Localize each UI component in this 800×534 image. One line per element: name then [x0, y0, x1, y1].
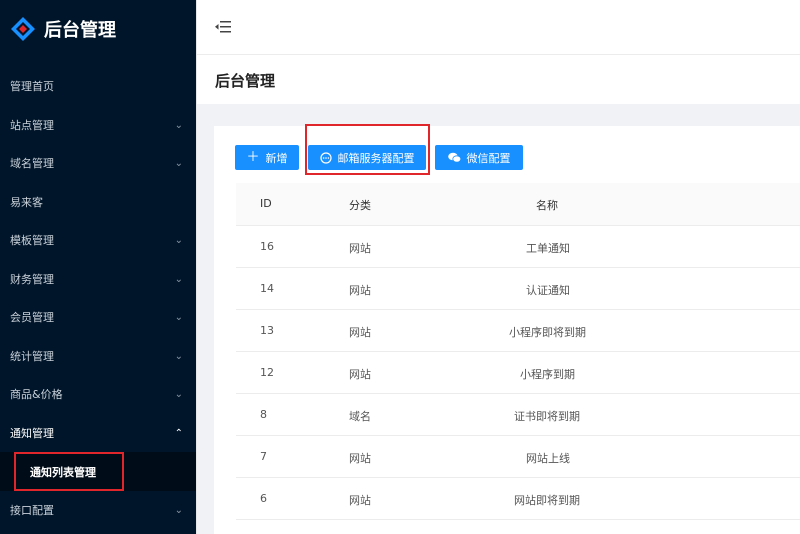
cell-id: 8	[260, 408, 267, 421]
cell-id: 6	[260, 492, 267, 505]
sidebar-item-sites[interactable]: 站点管理 ⌄	[0, 106, 197, 144]
sidebar-item-home[interactable]: 管理首页	[0, 67, 197, 105]
add-button-label: 新增	[265, 151, 288, 165]
cell-name: 小程序即将到期	[509, 326, 586, 339]
page-title: 后台管理	[215, 72, 276, 90]
cell-category: 网站	[349, 326, 371, 339]
chevron-down-icon: ⌄	[174, 157, 183, 169]
sidebar-item-yilaike[interactable]: 易来客	[0, 183, 197, 221]
wechat-icon	[447, 152, 461, 163]
table-row[interactable]: 13 网站 小程序即将到期	[236, 310, 800, 352]
column-header-id: ID	[260, 197, 272, 210]
sidebar-item-label: 商品&价格	[10, 388, 63, 401]
table-row[interactable]: 6 网站 网站即将到期	[236, 478, 800, 520]
chevron-down-icon: ⌄	[174, 273, 183, 285]
cell-name: 工单通知	[526, 242, 570, 255]
cell-name: 网站即将到期	[514, 494, 580, 507]
cell-category: 域名	[349, 410, 371, 423]
column-header-name: 名称	[536, 199, 558, 212]
sidebar-item-label: 通知列表管理	[30, 465, 96, 479]
logo[interactable]: 后台管理	[0, 0, 197, 58]
cell-name: 小程序到期	[520, 368, 575, 381]
cell-id: 12	[260, 366, 274, 379]
sidebar-item-finance[interactable]: 财务管理 ⌄	[0, 260, 197, 298]
chevron-down-icon: ⌄	[174, 119, 183, 131]
table-header: ID 分类 名称	[236, 183, 800, 226]
sidebar-item-label: 会员管理	[10, 311, 54, 324]
cell-name: 证书即将到期	[514, 410, 580, 423]
table-row[interactable]: 12 网站 小程序到期	[236, 352, 800, 394]
table-row[interactable]: 8 域名 证书即将到期	[236, 394, 800, 436]
table-row[interactable]: 7 网站 网站上线	[236, 436, 800, 478]
chevron-down-icon: ⌄	[174, 311, 183, 323]
chevron-down-icon: ⌄	[174, 388, 183, 400]
sidebar-item-label: 模板管理	[10, 234, 54, 247]
cell-category: 网站	[349, 368, 371, 381]
wechat-button-label: 微信配置	[466, 151, 511, 165]
cell-category: 网站	[349, 242, 371, 255]
chevron-down-icon: ⌄	[174, 504, 183, 516]
diamond-logo-icon	[11, 17, 35, 41]
app-title: 后台管理	[44, 20, 116, 41]
sidebar-item-notifications[interactable]: 通知管理 ⌃	[0, 414, 197, 452]
table-row[interactable]: 16 网站 工单通知	[236, 226, 800, 268]
sidebar-item-label: 统计管理	[10, 350, 54, 363]
sidebar-item-members[interactable]: 会员管理 ⌄	[0, 298, 197, 336]
sidebar: 后台管理 管理首页 站点管理 ⌄ 域名管理 ⌄ 易来客 模板管理 ⌄ 财务管理 …	[0, 0, 197, 534]
cell-name: 网站上线	[526, 452, 570, 465]
cell-id: 16	[260, 240, 274, 253]
cell-id: 14	[260, 282, 274, 295]
cell-category: 网站	[349, 452, 371, 465]
sidebar-item-products-prices[interactable]: 商品&价格 ⌄	[0, 375, 197, 413]
cell-name: 认证通知	[526, 284, 570, 297]
sidebar-item-statistics[interactable]: 统计管理 ⌄	[0, 337, 197, 375]
chevron-down-icon: ⌄	[174, 234, 183, 246]
cell-category: 网站	[349, 494, 371, 507]
cell-id: 7	[260, 450, 267, 463]
sidebar-item-label: 财务管理	[10, 273, 54, 286]
sidebar-item-label: 易来客	[10, 196, 43, 209]
wechat-config-button[interactable]: 微信配置	[435, 145, 523, 170]
highlight-box	[305, 124, 430, 175]
sidebar-item-label: 站点管理	[10, 119, 54, 132]
sidebar-item-label: 通知管理	[10, 427, 54, 440]
add-button[interactable]: ＋ 新增	[235, 145, 299, 170]
submenu-notifications: 通知列表管理	[0, 452, 197, 491]
table-row[interactable]: 14 网站 认证通知	[236, 268, 800, 310]
plus-icon: ＋	[246, 150, 260, 165]
sidebar-item-notification-list[interactable]: 通知列表管理	[14, 452, 124, 491]
chevron-up-icon: ⌃	[174, 427, 183, 439]
sidebar-item-label: 接口配置	[10, 504, 54, 517]
cell-category: 网站	[349, 284, 371, 297]
sidebar-item-templates[interactable]: 模板管理 ⌄	[0, 221, 197, 259]
sidebar-item-api-config[interactable]: 接口配置 ⌄	[0, 491, 197, 529]
top-header	[197, 0, 800, 55]
sidebar-item-label: 域名管理	[10, 157, 54, 170]
cell-id: 13	[260, 324, 274, 337]
chevron-down-icon: ⌄	[174, 350, 183, 362]
menu-fold-icon[interactable]	[215, 20, 231, 34]
sidebar-item-label: 管理首页	[10, 80, 54, 93]
column-header-category: 分类	[349, 199, 371, 212]
sidebar-item-domains[interactable]: 域名管理 ⌄	[0, 144, 197, 182]
